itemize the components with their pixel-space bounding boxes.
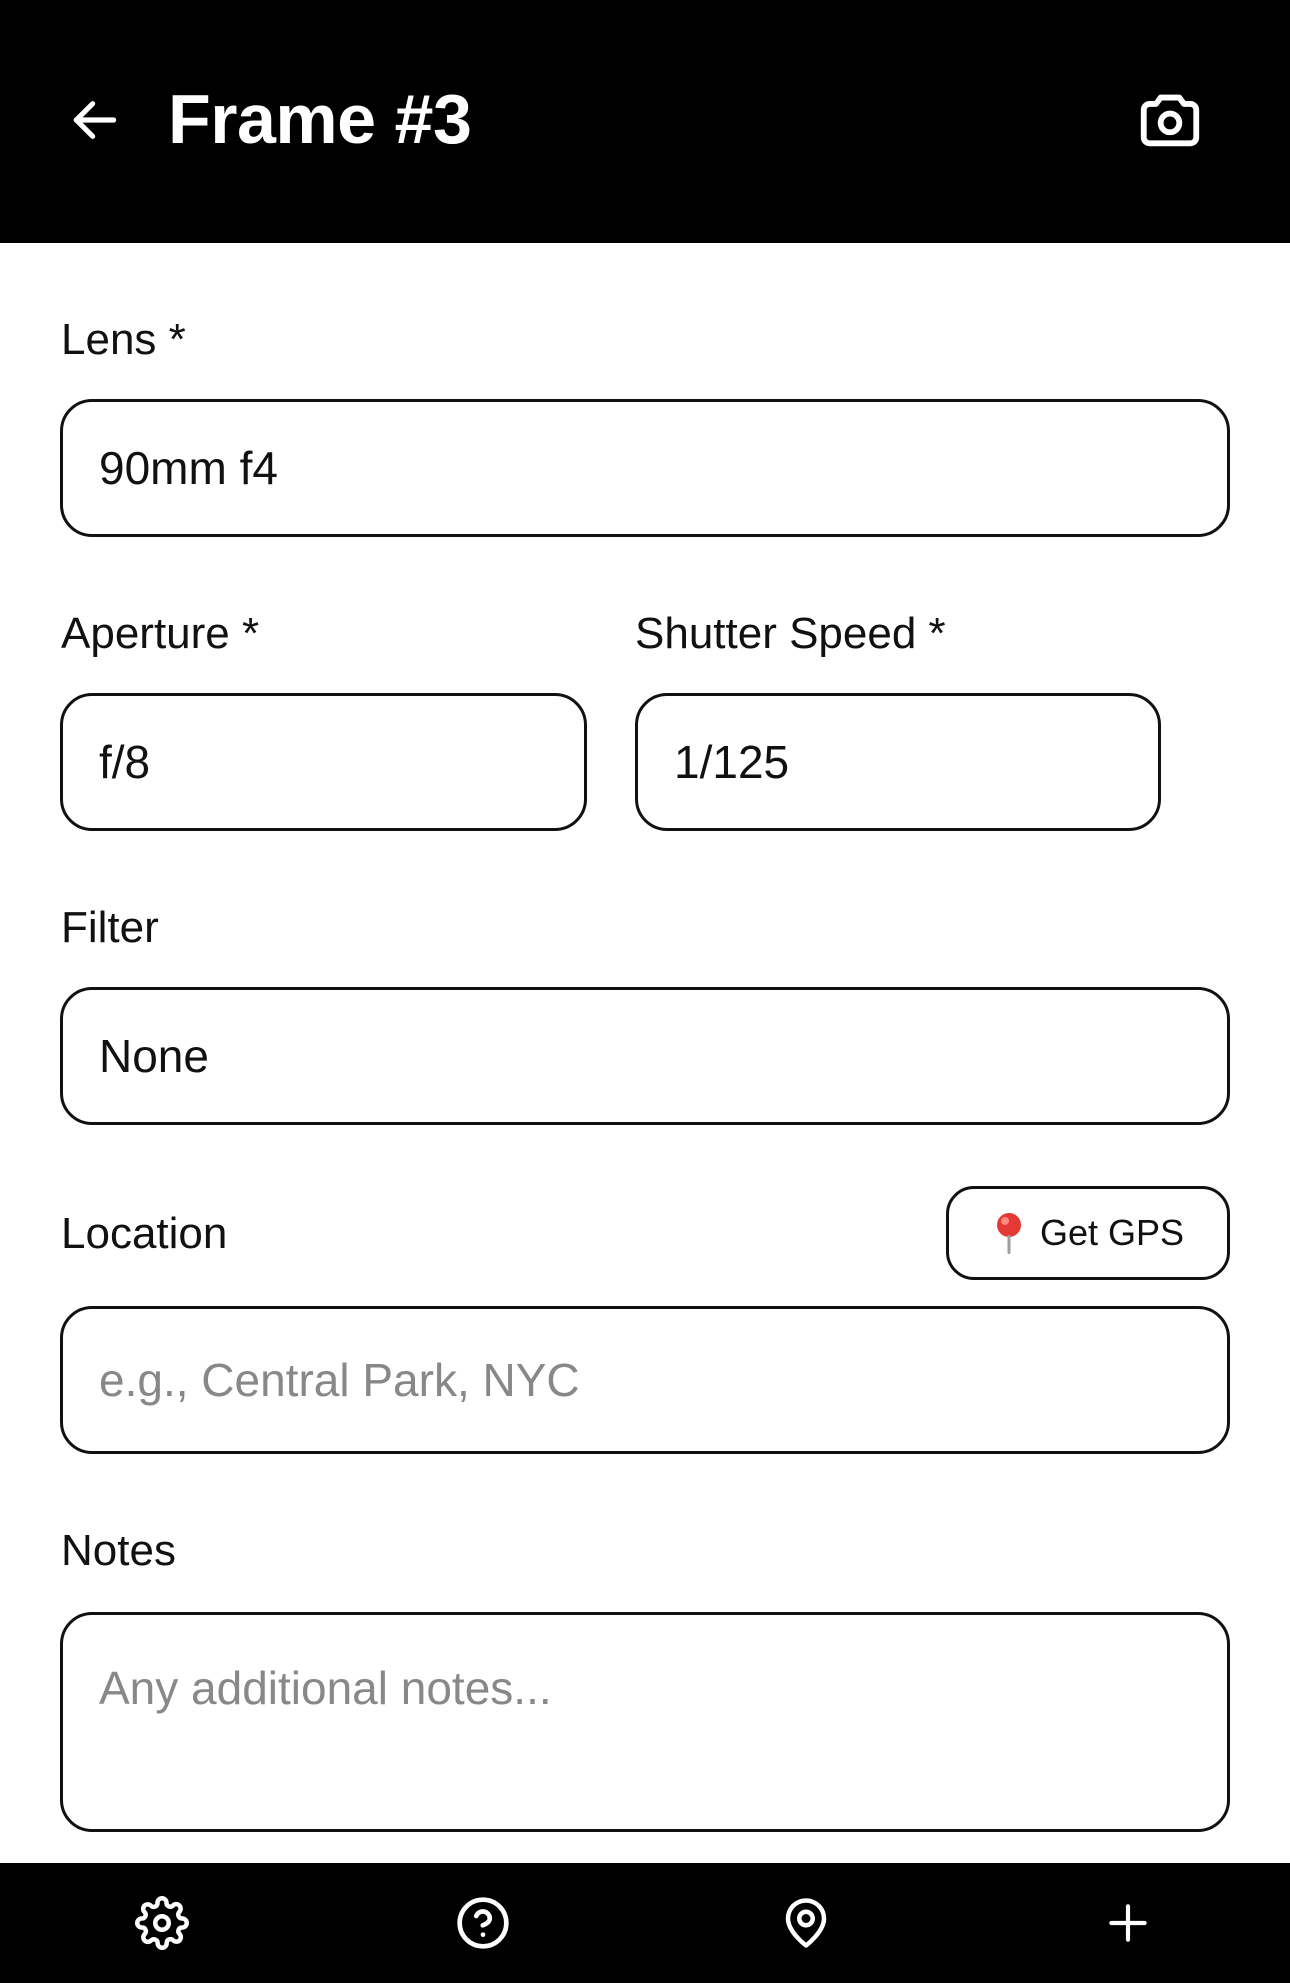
shutter-speed-label: Shutter Speed *: [635, 609, 946, 658]
lens-label: Lens *: [61, 315, 186, 364]
help-button[interactable]: [445, 1885, 521, 1961]
arrow-left-icon: [73, 101, 117, 139]
notes-label: Notes: [61, 1526, 176, 1575]
page-title: Frame #3: [168, 80, 472, 158]
bottom-nav: [0, 1863, 1290, 1983]
shutter-speed-value: 1/125: [674, 736, 790, 788]
get-gps-label: Get GPS: [1039, 1212, 1185, 1253]
settings-button[interactable]: [124, 1885, 200, 1961]
camera-icon: [1140, 94, 1200, 147]
add-button[interactable]: [1090, 1885, 1166, 1961]
filter-input[interactable]: None: [60, 987, 1230, 1125]
filter-value: None: [99, 1030, 209, 1082]
back-button[interactable]: [60, 85, 130, 155]
aperture-input[interactable]: f/8: [60, 693, 587, 831]
lens-input[interactable]: 90mm f4: [60, 399, 1230, 537]
camera-button[interactable]: [1132, 85, 1208, 155]
help-circle-icon: [457, 1897, 509, 1949]
filter-label: Filter: [61, 903, 159, 952]
pushpin-icon: [992, 1211, 1026, 1255]
map-pin-icon: [785, 1898, 827, 1948]
lens-value: 90mm f4: [99, 442, 278, 494]
get-gps-button[interactable]: Get GPS: [946, 1186, 1230, 1280]
top-bar: Frame #3: [0, 0, 1290, 243]
location-nav-button[interactable]: [768, 1885, 844, 1961]
location-placeholder: e.g., Central Park, NYC: [99, 1354, 580, 1406]
location-input[interactable]: e.g., Central Park, NYC: [60, 1306, 1230, 1454]
shutter-speed-input[interactable]: 1/125: [635, 693, 1161, 831]
frame-detail-screen: Frame #3 Lens * 90mm f4 Aperture * f/8 S…: [0, 0, 1290, 1983]
gear-icon: [135, 1896, 189, 1950]
aperture-label: Aperture *: [61, 609, 260, 658]
notes-textarea[interactable]: Any additional notes...: [60, 1612, 1230, 1832]
plus-icon: [1109, 1904, 1147, 1942]
aperture-value: f/8: [99, 736, 151, 788]
location-label: Location: [61, 1209, 228, 1258]
notes-placeholder: Any additional notes...: [99, 1662, 552, 1714]
